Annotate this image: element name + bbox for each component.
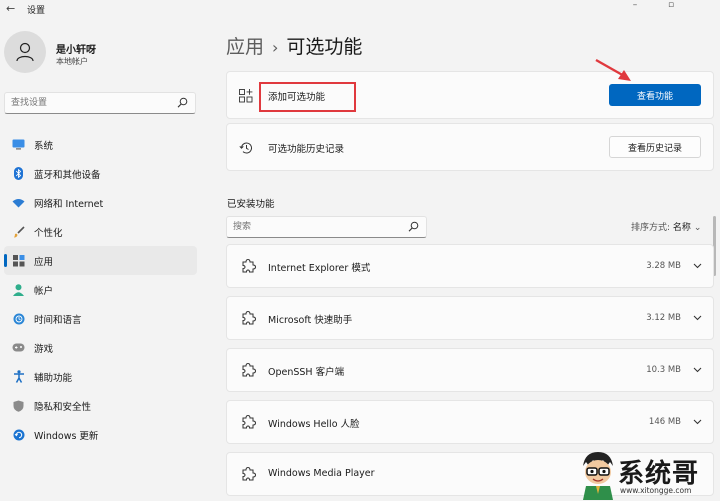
update-icon xyxy=(12,428,25,441)
user-name: 是小轩呀 xyxy=(56,45,96,56)
breadcrumb-parent[interactable]: 应用 xyxy=(226,36,264,58)
sidebar-item-privacy[interactable]: 隐私和安全性 xyxy=(4,391,197,420)
chevron-down-icon[interactable] xyxy=(692,364,703,375)
minimize-icon[interactable]: – xyxy=(620,0,650,12)
wifi-icon xyxy=(12,196,25,209)
sidebar-item-network[interactable]: 网络和 Internet xyxy=(4,188,197,217)
sidebar-nav: 系统 蓝牙和其他设备 网络和 Internet 个性化 应用 帐户 时间和语言 … xyxy=(4,130,197,449)
sidebar-item-label: 系统 xyxy=(34,140,54,152)
sidebar-item-personalization[interactable]: 个性化 xyxy=(4,217,197,246)
brush-icon xyxy=(12,225,25,238)
feature-name: OpenSSH 客户端 xyxy=(268,367,345,378)
sort-control[interactable]: 排序方式: 名称 ⌄ xyxy=(631,220,701,233)
sidebar-search-box[interactable] xyxy=(4,92,196,114)
sidebar-item-accounts[interactable]: 帐户 xyxy=(4,275,197,304)
puzzle-icon xyxy=(242,310,256,325)
chevron-down-icon[interactable] xyxy=(692,312,703,323)
watermark-url: www.xitongge.com xyxy=(620,486,692,495)
feature-item[interactable]: OpenSSH 客户端 10.3 MB xyxy=(226,348,714,392)
title-bar: ← 设置 – ▫ xyxy=(0,0,720,18)
accessibility-icon xyxy=(12,370,25,383)
sort-label: 排序方式: xyxy=(631,223,671,233)
view-features-button[interactable]: 查看功能 xyxy=(609,84,701,106)
view-history-button[interactable]: 查看历史记录 xyxy=(609,136,701,158)
person-icon xyxy=(16,42,34,62)
feature-size: 3.28 MB xyxy=(646,261,681,271)
sidebar-item-label: 应用 xyxy=(34,256,54,268)
sidebar-item-label: 时间和语言 xyxy=(34,314,82,326)
gamepad-icon xyxy=(12,341,25,354)
apps-icon xyxy=(12,254,25,267)
puzzle-icon xyxy=(242,258,256,273)
installed-search-input[interactable] xyxy=(233,220,403,234)
feature-history-card: 可选功能历史记录 查看历史记录 xyxy=(226,123,714,171)
page-title: 可选功能 xyxy=(286,36,363,58)
installed-search-box[interactable] xyxy=(226,216,427,238)
feature-history-label: 可选功能历史记录 xyxy=(268,144,345,155)
shield-icon xyxy=(12,399,25,412)
installed-features-title: 已安装功能 xyxy=(227,199,275,210)
feature-name: Windows Media Player xyxy=(268,468,375,479)
sidebar-item-label: 辅助功能 xyxy=(34,372,73,384)
watermark-logo: 系统哥 www.xitongge.com xyxy=(578,450,720,501)
chevron-down-icon[interactable] xyxy=(692,416,703,427)
watermark-brand: 系统哥 xyxy=(618,459,700,489)
feature-item[interactable]: Windows Hello 人脸 146 MB xyxy=(226,400,714,444)
sidebar-item-system[interactable]: 系统 xyxy=(4,130,197,159)
sidebar-item-apps[interactable]: 应用 xyxy=(4,246,197,275)
sidebar-item-label: 游戏 xyxy=(34,343,54,355)
mascot-icon xyxy=(583,452,613,500)
chevron-down-icon[interactable] xyxy=(692,260,703,271)
sidebar-item-bluetooth[interactable]: 蓝牙和其他设备 xyxy=(4,159,197,188)
sidebar-item-time-language[interactable]: 时间和语言 xyxy=(4,304,197,333)
sidebar-item-windows-update[interactable]: Windows 更新 xyxy=(4,420,197,449)
feature-name: Internet Explorer 模式 xyxy=(268,263,371,274)
history-icon xyxy=(239,142,252,154)
arrow-annotation-icon xyxy=(595,58,631,81)
feature-name: Microsoft 快速助手 xyxy=(268,315,353,326)
sidebar-item-label: Windows 更新 xyxy=(34,430,99,442)
sidebar-item-label: 隐私和安全性 xyxy=(34,401,92,413)
sidebar-item-gaming[interactable]: 游戏 xyxy=(4,333,197,362)
puzzle-icon xyxy=(242,362,256,377)
breadcrumb-separator: › xyxy=(272,38,279,57)
settings-search-input[interactable] xyxy=(11,96,171,110)
sidebar-item-accessibility[interactable]: 辅助功能 xyxy=(4,362,197,391)
person-icon xyxy=(12,283,25,296)
sidebar-item-label: 网络和 Internet xyxy=(34,198,104,210)
user-profile[interactable]: 是小轩呀 本地帐户 xyxy=(4,31,204,75)
window-title: 设置 xyxy=(27,6,46,16)
chevron-down-icon: ⌄ xyxy=(693,223,702,233)
add-grid-icon xyxy=(239,89,253,103)
sidebar-item-label: 帐户 xyxy=(34,285,54,297)
maximize-icon[interactable]: ▫ xyxy=(656,0,686,12)
feature-size: 3.12 MB xyxy=(646,313,681,323)
monitor-icon xyxy=(12,138,25,151)
highlight-box xyxy=(259,82,356,112)
search-icon xyxy=(177,97,188,108)
back-arrow-icon[interactable]: ← xyxy=(6,2,15,15)
feature-size: 10.3 MB xyxy=(646,365,681,375)
puzzle-icon xyxy=(242,466,256,481)
sort-value: 名称 xyxy=(672,223,691,233)
breadcrumb: 应用 › 可选功能 xyxy=(226,32,362,59)
globe-clock-icon xyxy=(12,312,25,325)
feature-name: Windows Hello 人脸 xyxy=(268,419,360,430)
avatar xyxy=(4,31,46,73)
feature-item[interactable]: Microsoft 快速助手 3.12 MB xyxy=(226,296,714,340)
account-type: 本地帐户 xyxy=(56,57,88,66)
puzzle-icon xyxy=(242,414,256,429)
sidebar-item-label: 蓝牙和其他设备 xyxy=(34,169,101,181)
bluetooth-icon xyxy=(12,167,25,180)
sidebar-item-label: 个性化 xyxy=(34,227,63,239)
feature-size: 146 MB xyxy=(648,417,681,427)
feature-item[interactable]: Internet Explorer 模式 3.28 MB xyxy=(226,244,714,288)
search-icon xyxy=(408,221,419,232)
